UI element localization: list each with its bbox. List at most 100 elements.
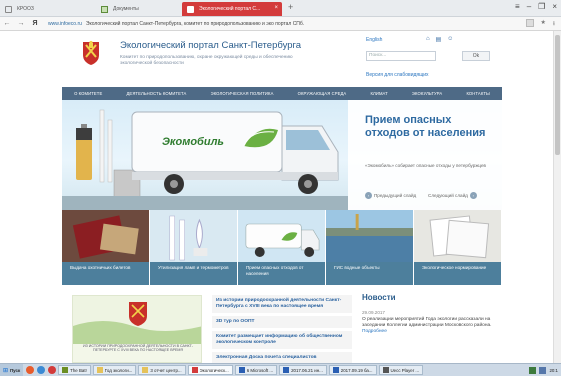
- nav-about-committee[interactable]: О КОМИТЕТЕ: [74, 91, 102, 96]
- explorer-quicklaunch-icon[interactable]: [37, 366, 46, 374]
- tab-eco-portal[interactable]: Экологический портал С... ×: [182, 2, 282, 16]
- task-browser-eco[interactable]: Экологическ...: [187, 365, 233, 375]
- previous-slide-button[interactable]: ‹ Предыдущий слайд: [365, 192, 416, 199]
- nav-environment[interactable]: ОКРУЖАЮЩАЯ СРЕДА: [298, 91, 347, 96]
- url-field[interactable]: www.infoeco.ru Экологический портал Санк…: [48, 19, 526, 29]
- task-label: The Bat!: [70, 367, 87, 373]
- browser-quicklaunch-icon[interactable]: [26, 366, 35, 374]
- word-icon: [283, 367, 290, 373]
- scrollbar-thumb[interactable]: [555, 35, 560, 155]
- web-page: Экологический портал Санкт-Петербурга Ко…: [62, 31, 502, 370]
- news-more-link[interactable]: Подробнее: [362, 329, 498, 334]
- task-label: 6 Microsoft ...: [246, 367, 274, 373]
- tile-caption: Прием опасных отходов от населения: [238, 262, 325, 285]
- nav-eco-policy[interactable]: ЭКОЛОГИЧЕСКАЯ ПОЛИТИКА: [211, 91, 274, 96]
- folder-icon: [96, 367, 103, 373]
- url-domain: www.infoeco.ru: [48, 20, 82, 27]
- main-navigation: О КОМИТЕТЕ ДЕЯТЕЛЬНОСТЬ КОМИТЕТА ЭКОЛОГИ…: [62, 87, 502, 100]
- link-eco-history[interactable]: Из истории природоохранной деятельности …: [212, 295, 352, 313]
- link-public-control[interactable]: Комитет размещает информацию об обществе…: [212, 331, 352, 349]
- coat-of-arms-icon[interactable]: [80, 40, 102, 66]
- windows-taskbar: ⊞ Пуск The Bat! Год экологи... 3 отчет ц…: [0, 363, 561, 376]
- hero-title[interactable]: Прием опасных отходов от населения: [365, 114, 497, 140]
- system-tray: 20:1: [529, 366, 561, 374]
- task-player[interactable]: Uecc Player ...: [378, 365, 424, 375]
- van-logo-text: Экомобиль: [162, 136, 224, 148]
- volume-icon[interactable]: [539, 366, 547, 374]
- word-icon: [332, 367, 339, 373]
- tile-hunting-tickets[interactable]: Выдача охотничьих билетов: [62, 210, 150, 285]
- task-folder-report[interactable]: 3 отчет центр...: [138, 365, 186, 375]
- tile-eco-regulation[interactable]: Экологическое нормирование: [414, 210, 502, 285]
- tile-gis-water[interactable]: ГИС водные объекты: [326, 210, 414, 285]
- url-page-title: Экологический портал Санкт-Петербурга, к…: [85, 20, 305, 27]
- search-input[interactable]: Поиск...: [366, 51, 436, 61]
- yandex-button[interactable]: Я: [28, 20, 42, 27]
- restore-icon[interactable]: ❐: [538, 2, 545, 11]
- close-window-icon[interactable]: ×: [552, 2, 557, 11]
- link-3d-tour[interactable]: 3D тур по ООПТ: [212, 316, 352, 328]
- ecomobile-van-illustration: [62, 109, 348, 210]
- nav-eco-culture[interactable]: ЭКОКУЛЬТУРА: [412, 91, 442, 96]
- page-icon: [5, 5, 12, 13]
- site-favicon-icon: [187, 5, 194, 13]
- task-doc-0919[interactable]: 2017.09.19 ба...: [328, 365, 377, 375]
- task-label: Uecc Player ...: [390, 367, 420, 373]
- nav-contacts[interactable]: КОНТАКТЫ: [466, 91, 489, 96]
- user-icon[interactable]: ☺: [447, 36, 453, 43]
- site-subtitle: Комитет по природопользованию, охране ок…: [120, 55, 293, 66]
- tab-documents[interactable]: Документы: [96, 2, 182, 16]
- content-section: ИЗ ИСТОРИИ ПРИРОДООХРАННОЙ ДЕЯТЕЛЬНОСТИ …: [62, 285, 502, 370]
- hero-description: «Экомобиль» собирает опасные отходы у пе…: [365, 163, 486, 168]
- news-heading[interactable]: Новости: [362, 293, 498, 302]
- search-button[interactable]: Ok: [462, 51, 490, 61]
- news-summary[interactable]: О реализации мероприятий Года экологии р…: [362, 317, 498, 329]
- hero-slider[interactable]: Экомобиль 12 Прием опасных отходов от на…: [62, 100, 502, 210]
- tile-caption: Выдача охотничьих билетов: [62, 262, 149, 285]
- folder-icon: [142, 367, 149, 373]
- network-icon[interactable]: [529, 366, 537, 374]
- nav-committee-activity[interactable]: ДЕЯТЕЛЬНОСТЬ КОМИТЕТА: [126, 91, 186, 96]
- close-tab-icon[interactable]: ×: [274, 5, 278, 11]
- documents-image: [414, 210, 501, 262]
- task-microsoft[interactable]: 6 Microsoft ...: [234, 365, 278, 375]
- new-tab-button[interactable]: +: [288, 2, 293, 12]
- tab-krooz[interactable]: КРООЗ: [0, 2, 60, 16]
- home-icon[interactable]: ⌂: [426, 36, 430, 43]
- extension-icon[interactable]: [525, 18, 534, 27]
- task-doc-0621[interactable]: 2017.06.21 ин...: [279, 365, 327, 375]
- menu-icon[interactable]: ≡: [515, 2, 520, 11]
- featured-links: Из истории природоохранной деятельности …: [212, 295, 352, 367]
- task-label: 3 отчет центр...: [150, 367, 182, 373]
- yandex-quicklaunch-icon[interactable]: [48, 366, 57, 374]
- tile-caption: ГИС водные объекты: [326, 262, 413, 285]
- bookmark-star-icon[interactable]: ★: [541, 19, 546, 29]
- address-bar: ← → Я www.infoeco.ru Экологический порта…: [0, 17, 561, 31]
- nav-climate[interactable]: КЛИМАТ: [370, 91, 387, 96]
- minimize-icon[interactable]: –: [527, 2, 531, 11]
- sitemap-icon[interactable]: ▤: [436, 36, 442, 43]
- tile-hazardous-waste[interactable]: Прием опасных отходов от населения: [238, 210, 326, 285]
- english-link[interactable]: English: [366, 37, 382, 43]
- task-folder-eco-year[interactable]: Год экологи...: [92, 365, 137, 375]
- task-the-bat[interactable]: The Bat!: [58, 365, 91, 375]
- office-icon: [238, 367, 245, 373]
- forward-icon[interactable]: →: [14, 20, 28, 27]
- start-button[interactable]: ⊞ Пуск: [0, 364, 24, 376]
- news-date: 29.09.2017: [362, 310, 385, 315]
- clock[interactable]: 20:1: [549, 368, 558, 373]
- browser-icon: [191, 367, 198, 373]
- download-icon[interactable]: ⭳: [553, 19, 555, 29]
- header-icons: ⌂ ▤ ☺: [426, 36, 453, 43]
- back-icon[interactable]: ←: [0, 20, 14, 27]
- page-scrollbar[interactable]: [553, 31, 561, 363]
- arrow-left-icon: ‹: [365, 192, 372, 199]
- tile-lamp-disposal[interactable]: Утилизация ламп и термометров: [150, 210, 238, 285]
- site-title[interactable]: Экологический портал Санкт-Петербурга: [120, 40, 301, 51]
- start-label: Пуск: [10, 367, 21, 373]
- history-poster[interactable]: ИЗ ИСТОРИИ ПРИРОДООХРАННОЙ ДЕЯТЕЛЬНОСТИ …: [72, 295, 202, 363]
- next-slide-button[interactable]: Следующий слайд ›: [428, 192, 477, 199]
- window-controls: ≡ – ❐ ×: [515, 2, 557, 11]
- low-vision-link[interactable]: Версия для слабовидящих: [366, 72, 429, 78]
- task-label: 2017.06.21 ин...: [291, 367, 323, 373]
